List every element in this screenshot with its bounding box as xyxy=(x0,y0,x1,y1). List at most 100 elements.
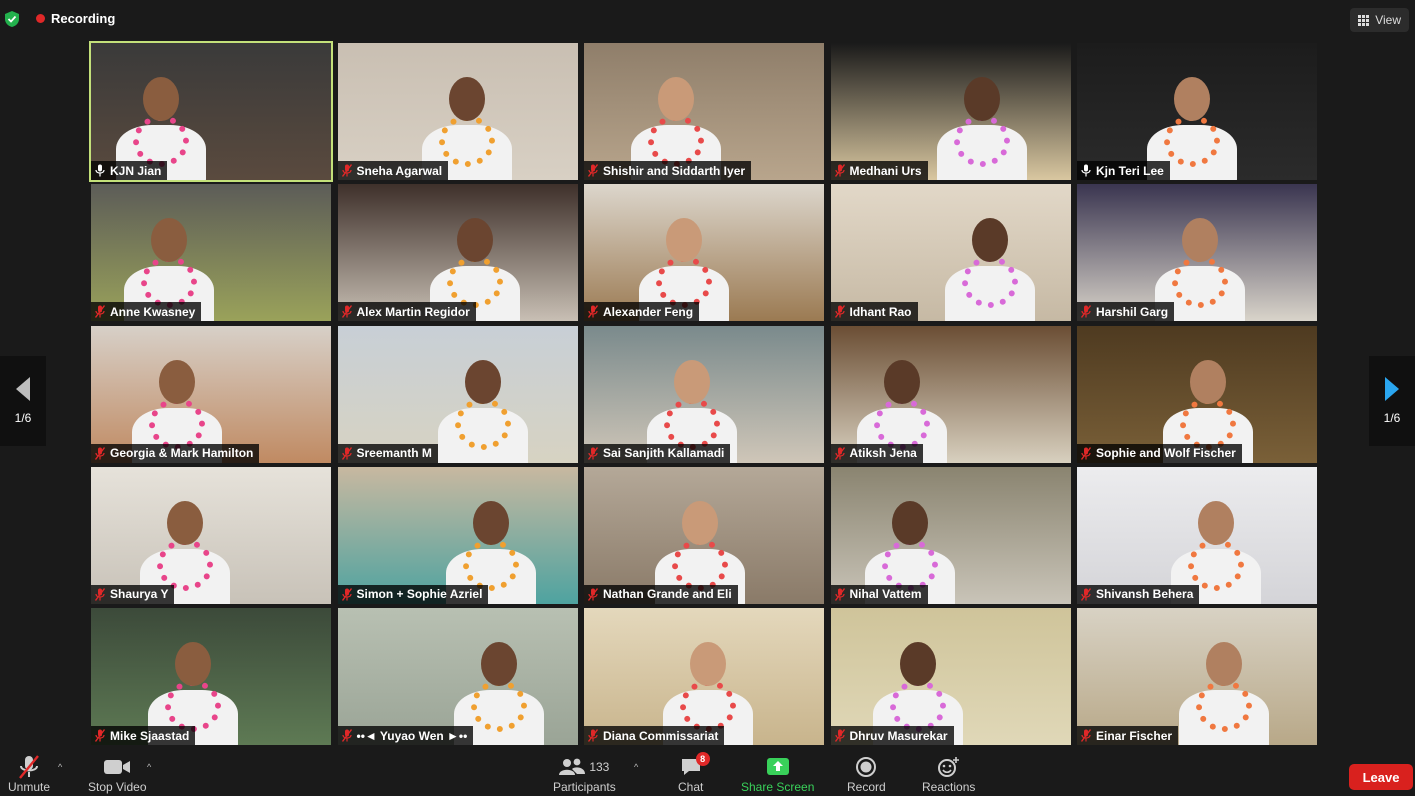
security-shield-icon[interactable] xyxy=(4,10,20,28)
video-feed xyxy=(337,325,578,463)
stop-video-label: Stop Video xyxy=(88,780,147,794)
unmute-label: Unmute xyxy=(8,780,51,794)
participant-name: ••◄ Yuyao Wen ►•• xyxy=(356,728,468,743)
microphone-muted-icon xyxy=(834,305,845,319)
previous-page-button[interactable]: 1/6 xyxy=(0,356,46,446)
microphone-muted-icon xyxy=(1081,729,1091,742)
participant-name-tag: Einar Fischer xyxy=(1077,726,1179,745)
page-indicator-left: 1/6 xyxy=(14,411,32,425)
lei-decoration xyxy=(454,397,511,450)
leave-button[interactable]: Leave xyxy=(1349,764,1413,790)
video-tile[interactable]: ••◄ Yuyao Wen ►•• xyxy=(337,608,578,745)
view-button[interactable]: View xyxy=(1350,8,1409,32)
recording-indicator[interactable]: Recording xyxy=(36,11,115,26)
participant-head xyxy=(666,218,703,263)
participants-button[interactable]: 133 Participants xyxy=(553,754,616,794)
lei-decoration xyxy=(1171,256,1228,309)
participant-name-tag: Alex Martin Regidor xyxy=(337,302,476,322)
audio-options-caret-icon[interactable]: ^ xyxy=(58,762,62,772)
video-tile[interactable]: Harshil Garg xyxy=(1077,184,1317,322)
participant-name: Mike Sjaastad xyxy=(110,728,190,743)
speaking-indicator-icon xyxy=(1081,164,1091,177)
video-feed xyxy=(337,608,578,745)
participant-name-tag: Harshil Garg xyxy=(1077,302,1175,322)
participant-name-tag: Sneha Agarwal xyxy=(337,161,449,180)
participant-name-tag: Simon + Sophie Azriel xyxy=(337,584,489,604)
video-feed xyxy=(91,608,331,745)
video-tile[interactable]: Shaurya Y xyxy=(91,466,331,604)
top-bar: Recording View xyxy=(0,0,1415,40)
video-tile[interactable]: Shishir and Siddarth Iyer xyxy=(584,43,824,180)
video-tile[interactable]: Dhruv Masurekar xyxy=(830,608,1071,745)
chat-label: Chat xyxy=(678,780,704,794)
video-options-caret-icon[interactable]: ^ xyxy=(147,762,151,772)
video-tile[interactable]: Sreemanth M xyxy=(337,325,578,463)
video-tile[interactable]: Sai Sanjith Kallamadi xyxy=(584,325,824,463)
lei-decoration xyxy=(165,680,221,732)
video-tile[interactable]: Kjn Teri Lee xyxy=(1077,43,1317,180)
lei-decoration xyxy=(1163,115,1220,167)
video-tile[interactable]: Sneha Agarwal xyxy=(337,43,578,180)
participant-head xyxy=(892,500,929,545)
reactions-button[interactable]: Reactions xyxy=(922,754,975,794)
participant-name: KJN Jian xyxy=(110,163,162,178)
participant-name: Sai Sanjith Kallamadi xyxy=(603,446,725,460)
participant-name: Einar Fischer xyxy=(1096,728,1173,743)
participant-head xyxy=(472,500,509,545)
video-feed xyxy=(584,466,824,604)
participant-name: Dhruv Masurekar xyxy=(849,728,948,743)
participants-options-caret-icon[interactable]: ^ xyxy=(634,762,638,772)
participant-head xyxy=(448,77,485,121)
participant-name-tag: Shaurya Y xyxy=(91,584,175,604)
participant-name-tag: Shivansh Behera xyxy=(1077,584,1200,604)
lei-decoration xyxy=(874,397,931,450)
video-tile[interactable]: Einar Fischer xyxy=(1077,608,1317,745)
microphone-muted-icon xyxy=(19,755,39,779)
video-tile[interactable]: Diana Commissariat xyxy=(584,608,824,745)
video-feed xyxy=(337,184,578,322)
participant-head xyxy=(175,642,211,686)
share-screen-label: Share Screen xyxy=(741,780,815,794)
video-tile[interactable]: Idhant Rao xyxy=(830,184,1071,322)
page-indicator-right: 1/6 xyxy=(1383,411,1401,425)
video-tile[interactable]: Nathan Grande and Eli xyxy=(584,466,824,604)
participant-head xyxy=(674,359,711,404)
participant-head xyxy=(464,359,501,404)
video-tile[interactable]: Simon + Sophie Azriel xyxy=(337,466,578,604)
recording-label: Recording xyxy=(51,11,116,26)
video-tile[interactable]: Mike Sjaastad xyxy=(91,608,331,745)
participant-head xyxy=(167,500,203,545)
lei-decoration xyxy=(954,115,1011,167)
lei-decoration xyxy=(462,538,519,591)
microphone-muted-icon xyxy=(95,729,105,742)
lei-decoration xyxy=(962,256,1019,309)
video-feed xyxy=(337,466,578,604)
lei-decoration xyxy=(664,397,721,450)
participant-head xyxy=(1197,500,1234,545)
unmute-button[interactable]: Unmute xyxy=(8,754,50,794)
next-page-button[interactable]: 1/6 xyxy=(1369,356,1415,446)
video-tile[interactable]: Atiksh Jena xyxy=(830,325,1071,463)
video-tile[interactable]: Nihal Vattem xyxy=(830,466,1071,604)
microphone-muted-icon xyxy=(341,164,352,177)
participant-head xyxy=(480,642,517,686)
stop-video-button[interactable]: Stop Video xyxy=(88,754,147,794)
video-tile[interactable]: Anne Kwasney xyxy=(91,184,331,322)
chat-button[interactable]: 8 Chat xyxy=(678,752,710,794)
participant-name-tag: Sophie and Wolf Fischer xyxy=(1077,443,1242,463)
video-tile[interactable]: Sophie and Wolf Fischer xyxy=(1077,325,1317,463)
video-tile[interactable]: Georgia & Mark Hamilton xyxy=(91,325,331,463)
video-tile[interactable]: Medhani Urs xyxy=(830,43,1071,180)
video-tile[interactable]: Alexander Feng xyxy=(584,184,824,322)
video-tile[interactable]: Shivansh Behera xyxy=(1077,466,1317,604)
record-button[interactable]: Record xyxy=(847,754,886,794)
participant-name-tag: Shishir and Siddarth Iyer xyxy=(584,161,752,180)
video-tile[interactable]: KJN Jian xyxy=(89,41,333,182)
reactions-label: Reactions xyxy=(922,780,976,794)
participant-name: Alexander Feng xyxy=(603,304,694,319)
participant-name-tag: Sai Sanjith Kallamadi xyxy=(584,443,731,463)
share-screen-button[interactable]: Share Screen xyxy=(741,754,814,794)
video-tile[interactable]: Alex Martin Regidor xyxy=(337,184,578,322)
participant-name: Nathan Grande and Eli xyxy=(603,587,732,602)
participant-head xyxy=(964,77,1001,121)
